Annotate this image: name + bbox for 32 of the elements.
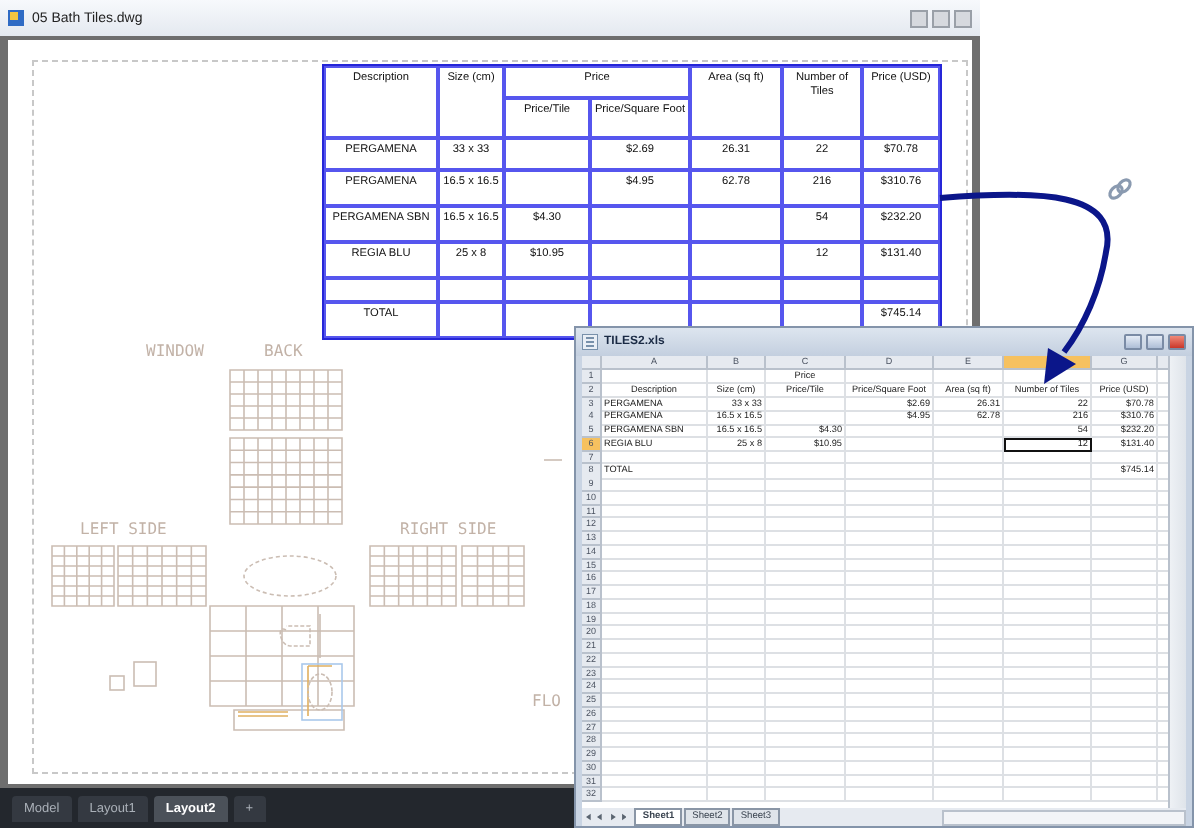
- spreadsheet-file-icon: [582, 334, 598, 350]
- table-cell: [438, 302, 504, 338]
- vertical-scrollbar[interactable]: [1168, 356, 1186, 808]
- table-cell: [690, 278, 782, 302]
- table-cell: [690, 242, 782, 278]
- drawing-label: RIGHT SIDE: [400, 520, 497, 538]
- minimize-button[interactable]: [910, 9, 928, 27]
- table-cell: [782, 278, 862, 302]
- table-cell: [590, 206, 690, 242]
- horizontal-scrollbar[interactable]: [941, 809, 1186, 825]
- chain-link-icon: [1106, 176, 1134, 204]
- table-cell: [590, 242, 690, 278]
- table-cell: [504, 278, 590, 302]
- drawing-label: WINDOW: [146, 342, 204, 360]
- minimize-button[interactable]: [1124, 334, 1142, 350]
- drawing-file-icon: [8, 10, 24, 26]
- maximize-button[interactable]: [932, 9, 950, 27]
- close-button[interactable]: [954, 9, 972, 27]
- table-cell: [438, 278, 504, 302]
- sheet-navigation-icon[interactable]: [586, 812, 627, 822]
- table-cell: [504, 138, 590, 170]
- table-cell: [590, 278, 690, 302]
- table-cell: [690, 206, 782, 242]
- drawing-label: FLO: [532, 692, 561, 710]
- table-cell: [324, 278, 438, 302]
- close-button[interactable]: [1168, 334, 1186, 350]
- drawing-label: LEFT SIDE: [80, 520, 167, 538]
- table-cell: [504, 170, 590, 206]
- table-cell: [862, 278, 940, 302]
- select-all-corner[interactable]: [582, 356, 602, 370]
- drawing-label: BACK: [264, 342, 303, 360]
- maximize-button[interactable]: [1146, 334, 1164, 350]
